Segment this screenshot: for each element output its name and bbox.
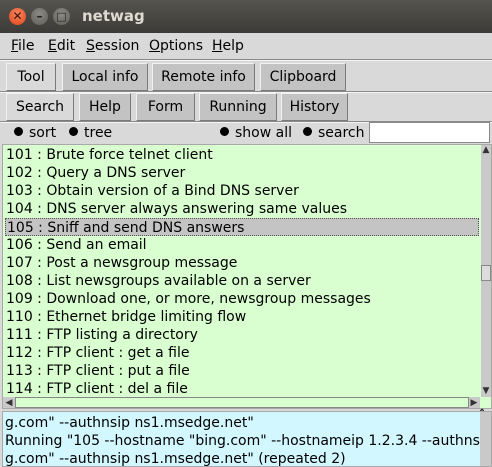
tool-list-item-selected[interactable]: 105 : Sniff and send DNS answers: [5, 218, 479, 236]
menu-edit[interactable]: Edit: [48, 38, 75, 54]
scroll-down-icon[interactable]: ▼: [481, 386, 491, 396]
log-panel[interactable]: g.com" --authnsip ns1.msedge.net" Runnin…: [2, 411, 492, 467]
separator: [0, 59, 492, 61]
menu-options-mnemonic: O: [149, 38, 161, 54]
tool-list-item[interactable]: 104 : DNS server always answering same v…: [6, 200, 478, 218]
log-vertical-scrollbar[interactable]: [480, 412, 491, 466]
radio-sort[interactable]: sort: [14, 125, 56, 141]
minimize-icon: –: [36, 9, 43, 23]
menu-edit-label: dit: [56, 38, 76, 54]
menu-session-label: ession: [94, 38, 140, 54]
menu-options[interactable]: Options: [149, 38, 203, 54]
radio-sort-label: sort: [29, 125, 57, 141]
menu-file-label: ile: [18, 38, 35, 54]
tool-list-item[interactable]: 106 : Send an email: [6, 236, 478, 254]
tool-list-item[interactable]: 111 : FTP listing a directory: [6, 326, 478, 344]
scroll-up-icon[interactable]: ▲: [481, 145, 491, 155]
list-horizontal-scroll-thumb[interactable]: [15, 397, 469, 408]
tool-list-frame: 101 : Brute force telnet client 102 : Que…: [2, 144, 492, 409]
menu-file-mnemonic: F: [11, 38, 19, 54]
log-line: g.com" --authnsip ns1.msedge.net": [5, 415, 254, 431]
radio-dot-icon: [220, 127, 229, 136]
radio-tree[interactable]: tree: [69, 125, 112, 141]
tab-tool[interactable]: Tool: [6, 63, 56, 91]
close-button[interactable]: ✕: [9, 8, 26, 25]
tool-list-item[interactable]: 108 : List newsgroups available on a ser…: [6, 272, 478, 290]
tab-running[interactable]: Running: [199, 93, 277, 121]
radio-dot-icon: [14, 127, 23, 136]
tab-form[interactable]: Form: [136, 93, 195, 121]
menu-help-label: elp: [222, 38, 244, 54]
scroll-left-icon[interactable]: ◀: [4, 398, 14, 408]
title-bar: ✕ – □ netwag: [0, 0, 492, 33]
menu-help[interactable]: Help: [212, 38, 244, 54]
radio-dot-icon: [303, 127, 312, 136]
tab-clipboard[interactable]: Clipboard: [260, 63, 346, 91]
tab-history[interactable]: History: [281, 93, 348, 121]
maximize-button[interactable]: □: [53, 8, 70, 25]
tab-search[interactable]: Search: [6, 93, 74, 121]
tab-local-info[interactable]: Local info: [62, 63, 148, 91]
log-line: Running "105 --hostname "bing.com" --hos…: [5, 433, 492, 449]
minimize-button[interactable]: –: [31, 8, 48, 25]
radio-show-all-label: show all: [235, 125, 292, 141]
menu-bar: File Edit Session Options Help: [0, 33, 492, 59]
list-vertical-scrollbar[interactable]: ▲ ▼: [481, 145, 491, 397]
tool-list-item[interactable]: 107 : Post a newsgroup message: [6, 254, 478, 272]
list-vertical-scroll-thumb[interactable]: [481, 265, 491, 281]
maximize-icon: □: [56, 10, 67, 23]
menu-file[interactable]: File: [11, 38, 34, 54]
tool-list-item[interactable]: 114 : FTP client : del a file: [6, 380, 478, 397]
tool-list-item[interactable]: 110 : Ethernet bridge limiting flow: [6, 308, 478, 326]
menu-edit-mnemonic: E: [48, 38, 57, 54]
tool-list[interactable]: 101 : Brute force telnet client 102 : Que…: [3, 145, 480, 397]
tool-list-item[interactable]: 101 : Brute force telnet client: [6, 146, 478, 164]
list-horizontal-scrollbar[interactable]: ◀ ▶: [3, 397, 480, 408]
tab-help[interactable]: Help: [79, 93, 131, 121]
log-line: g.com" --authnsip ns1.msedge.net" (repea…: [5, 451, 346, 467]
tool-list-item[interactable]: 112 : FTP client : get a file: [6, 344, 478, 362]
scroll-right-icon[interactable]: ▶: [469, 398, 479, 408]
tool-list-item[interactable]: 102 : Query a DNS server: [6, 164, 478, 182]
menu-options-label: ptions: [160, 38, 204, 54]
radio-dot-icon: [69, 127, 78, 136]
tool-list-item[interactable]: 109 : Download one, or more, newsgroup m…: [6, 290, 478, 308]
menu-session[interactable]: Session: [86, 38, 139, 54]
menu-help-mnemonic: H: [212, 38, 223, 54]
close-icon: ✕: [12, 9, 23, 23]
tool-list-item[interactable]: 103 : Obtain version of a Bind DNS serve…: [6, 182, 478, 200]
radio-search[interactable]: search: [303, 125, 365, 141]
radio-tree-label: tree: [84, 125, 113, 141]
tool-list-item[interactable]: 113 : FTP client : put a file: [6, 362, 478, 380]
search-input[interactable]: [369, 122, 490, 143]
menu-session-mnemonic: S: [86, 38, 95, 54]
radio-search-label: search: [318, 125, 365, 141]
radio-show-all[interactable]: show all: [220, 125, 292, 141]
tab-remote-info[interactable]: Remote info: [152, 63, 255, 91]
window-title: netwag: [82, 7, 145, 25]
